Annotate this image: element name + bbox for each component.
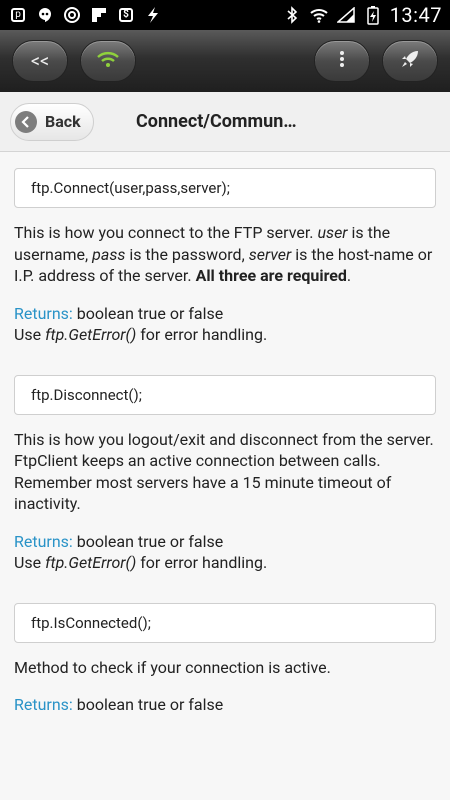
- arrow-left-icon: [15, 110, 37, 133]
- emphasis-text: All three are required: [195, 266, 347, 285]
- use-suffix: for error handling.: [136, 552, 268, 572]
- more-vertical-icon: [339, 50, 345, 73]
- toolbar-back-label: <<: [30, 50, 50, 72]
- description-text: This is how you connect to the FTP serve…: [14, 223, 318, 242]
- error-method: ftp.GetError(): [45, 324, 137, 344]
- wifi-icon: [96, 50, 120, 73]
- sync-icon: [62, 5, 82, 25]
- page-title: Connect/Commun…: [136, 111, 297, 132]
- method-description: This is how you logout/exit and disconne…: [14, 429, 436, 515]
- dollar-app-icon: $: [116, 5, 136, 25]
- description-text: This is how you logout/exit and disconne…: [14, 429, 434, 514]
- description-text: .: [346, 266, 352, 285]
- hangouts-icon: [35, 5, 55, 25]
- parameter-name: server: [248, 244, 292, 264]
- rocket-button[interactable]: [382, 40, 438, 82]
- content-area: ftp.Connect(user,pass,server); This is h…: [0, 168, 450, 715]
- search-icon: p: [8, 5, 28, 25]
- flash-icon: [143, 5, 163, 25]
- parameter-name: pass: [92, 244, 126, 264]
- method-section: ftp.Disconnect(); This is how you logout…: [14, 374, 436, 573]
- parameter-name: user: [317, 223, 348, 242]
- use-suffix: for error handling.: [136, 324, 268, 344]
- returns-value: boolean true or false: [72, 695, 224, 714]
- status-bar: p $ 13:47: [0, 0, 450, 30]
- method-description: This is how you connect to the FTP serve…: [14, 222, 436, 287]
- returns-label: Returns:: [14, 303, 73, 323]
- method-section: ftp.IsConnected(); Method to check if yo…: [14, 602, 436, 716]
- app-toolbar: <<: [0, 30, 450, 92]
- use-prefix: Use: [14, 324, 46, 344]
- method-description: Method to check if your connection is ac…: [14, 657, 436, 679]
- returns-info: Returns: boolean true or false: [14, 694, 436, 715]
- returns-info: Returns: boolean true or false Use ftp.G…: [14, 303, 436, 345]
- clock: 13:47: [389, 3, 442, 27]
- back-button[interactable]: Back: [10, 102, 94, 141]
- method-section: ftp.Connect(user,pass,server); This is h…: [14, 168, 436, 345]
- use-prefix: Use: [14, 552, 46, 572]
- code-snippet: ftp.IsConnected();: [14, 602, 436, 643]
- system-icons: 13:47: [282, 3, 442, 27]
- bluetooth-icon: [282, 5, 302, 25]
- signal-icon: [336, 5, 356, 25]
- flipboard-icon: [89, 5, 109, 25]
- description-text: Method to check if your connection is ac…: [14, 657, 331, 677]
- description-text: is the password,: [125, 244, 249, 264]
- returns-label: Returns:: [14, 695, 73, 714]
- wifi-icon: [309, 5, 329, 25]
- notification-icons: p $: [8, 5, 163, 25]
- wifi-button[interactable]: [80, 40, 136, 82]
- returns-info: Returns: boolean true or false Use ftp.G…: [14, 531, 436, 573]
- returns-value: boolean true or false: [72, 531, 224, 551]
- back-button-label: Back: [45, 112, 81, 131]
- returns-label: Returns:: [14, 531, 73, 551]
- overflow-menu-button[interactable]: [314, 40, 370, 82]
- toolbar-back-button[interactable]: <<: [12, 40, 68, 82]
- rocket-icon: [400, 49, 420, 74]
- battery-charging-icon: [363, 5, 383, 25]
- page-header: Back Connect/Commun…: [0, 92, 450, 152]
- code-snippet: ftp.Connect(user,pass,server);: [14, 168, 436, 208]
- error-method: ftp.GetError(): [45, 552, 137, 572]
- code-snippet: ftp.Disconnect();: [14, 374, 436, 415]
- returns-value: boolean true or false: [72, 303, 224, 323]
